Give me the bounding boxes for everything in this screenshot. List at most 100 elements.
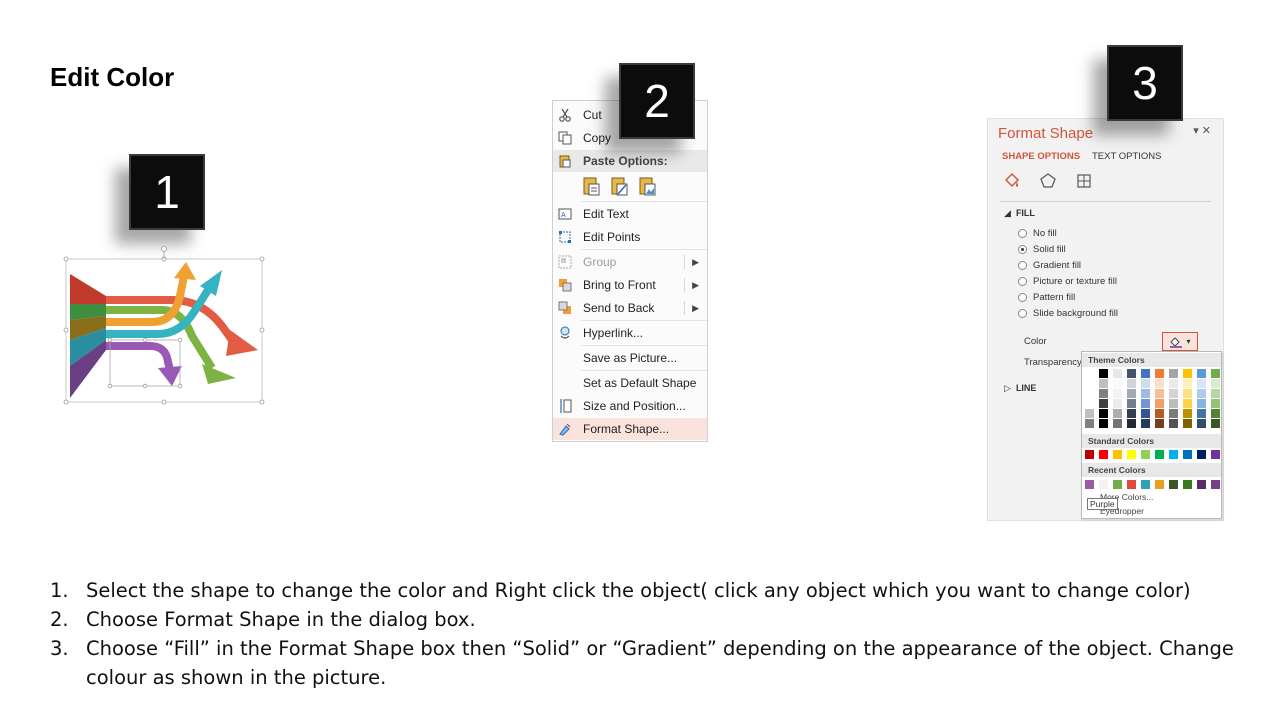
menu-item-group[interactable]: Group ▶ bbox=[553, 251, 707, 273]
standard-color-swatch[interactable] bbox=[1169, 450, 1178, 459]
pane-controls[interactable]: ▾ ✕ bbox=[1193, 124, 1211, 137]
standard-color-swatch[interactable] bbox=[1155, 450, 1164, 459]
fill-section-header[interactable]: ◢ FILL bbox=[1004, 208, 1035, 219]
effects-icon[interactable] bbox=[1038, 171, 1058, 191]
theme-color-swatch[interactable] bbox=[1197, 369, 1206, 378]
menu-item-bring-to-front[interactable]: Bring to Front ▶ bbox=[553, 274, 707, 296]
theme-color-swatch[interactable] bbox=[1099, 419, 1108, 428]
menu-item-save-as-picture[interactable]: Save as Picture... bbox=[553, 347, 707, 369]
theme-color-swatch[interactable] bbox=[1127, 409, 1136, 418]
theme-color-swatch[interactable] bbox=[1197, 419, 1206, 428]
theme-color-swatch[interactable] bbox=[1141, 419, 1150, 428]
theme-color-swatch[interactable] bbox=[1197, 399, 1206, 408]
theme-color-swatch[interactable] bbox=[1099, 409, 1108, 418]
theme-color-swatch[interactable] bbox=[1099, 389, 1108, 398]
theme-color-swatch[interactable] bbox=[1169, 369, 1178, 378]
menu-item-send-to-back[interactable]: Send to Back ▶ bbox=[553, 297, 707, 319]
standard-color-swatch[interactable] bbox=[1197, 450, 1206, 459]
menu-item-size-and-position[interactable]: Size and Position... bbox=[553, 395, 707, 417]
standard-color-swatch[interactable] bbox=[1113, 450, 1122, 459]
standard-color-swatch[interactable] bbox=[1183, 450, 1192, 459]
theme-color-swatch[interactable] bbox=[1113, 409, 1122, 418]
theme-color-swatch[interactable] bbox=[1085, 399, 1094, 408]
theme-color-swatch[interactable] bbox=[1169, 399, 1178, 408]
theme-color-swatch[interactable] bbox=[1085, 369, 1094, 378]
theme-color-swatch[interactable] bbox=[1141, 409, 1150, 418]
standard-color-swatch[interactable] bbox=[1211, 450, 1220, 459]
theme-color-swatch[interactable] bbox=[1211, 389, 1220, 398]
theme-color-swatch[interactable] bbox=[1155, 379, 1164, 388]
theme-color-swatch[interactable] bbox=[1183, 379, 1192, 388]
line-section-header[interactable]: ▷ LINE bbox=[1004, 383, 1036, 394]
menu-item-format-shape[interactable]: Format Shape... bbox=[553, 418, 707, 440]
standard-color-swatch[interactable] bbox=[1085, 450, 1094, 459]
theme-color-swatch[interactable] bbox=[1211, 379, 1220, 388]
theme-color-swatch[interactable] bbox=[1155, 409, 1164, 418]
menu-item-edit-points[interactable]: Edit Points bbox=[553, 226, 707, 248]
theme-color-swatch[interactable] bbox=[1127, 389, 1136, 398]
theme-color-swatch[interactable] bbox=[1141, 379, 1150, 388]
recent-color-swatch[interactable] bbox=[1113, 480, 1122, 489]
theme-color-swatch[interactable] bbox=[1169, 379, 1178, 388]
menu-item-set-default-shape[interactable]: Set as Default Shape bbox=[553, 372, 707, 394]
radio-pattern-fill[interactable]: Pattern fill bbox=[1018, 292, 1075, 303]
radio-picture-fill[interactable]: Picture or texture fill bbox=[1018, 276, 1117, 287]
radio-slide-background-fill[interactable]: Slide background fill bbox=[1018, 308, 1118, 319]
theme-color-swatch[interactable] bbox=[1183, 389, 1192, 398]
standard-color-swatch[interactable] bbox=[1141, 450, 1150, 459]
theme-color-swatch[interactable] bbox=[1211, 409, 1220, 418]
fill-line-icon[interactable] bbox=[1002, 171, 1022, 191]
theme-color-swatch[interactable] bbox=[1169, 389, 1178, 398]
theme-color-swatch[interactable] bbox=[1085, 419, 1094, 428]
theme-color-swatch[interactable] bbox=[1169, 419, 1178, 428]
theme-color-swatch[interactable] bbox=[1113, 419, 1122, 428]
theme-color-swatch[interactable] bbox=[1183, 399, 1192, 408]
theme-color-swatch[interactable] bbox=[1155, 369, 1164, 378]
theme-color-swatch[interactable] bbox=[1141, 389, 1150, 398]
recent-color-swatch[interactable] bbox=[1099, 480, 1108, 489]
theme-color-swatch[interactable] bbox=[1085, 409, 1094, 418]
theme-color-swatch[interactable] bbox=[1211, 369, 1220, 378]
recent-color-swatch[interactable] bbox=[1169, 480, 1178, 489]
standard-color-swatch[interactable] bbox=[1099, 450, 1108, 459]
color-picker-button[interactable]: ▾ bbox=[1162, 332, 1198, 351]
theme-color-swatch[interactable] bbox=[1085, 389, 1094, 398]
menu-item-hyperlink[interactable]: Hyperlink... bbox=[553, 322, 707, 344]
theme-color-swatch[interactable] bbox=[1155, 389, 1164, 398]
radio-no-fill[interactable]: No fill bbox=[1018, 228, 1057, 239]
theme-color-swatch[interactable] bbox=[1127, 379, 1136, 388]
theme-color-swatch[interactable] bbox=[1183, 369, 1192, 378]
theme-color-swatch[interactable] bbox=[1197, 379, 1206, 388]
radio-gradient-fill[interactable]: Gradient fill bbox=[1018, 260, 1081, 271]
theme-color-swatch[interactable] bbox=[1155, 419, 1164, 428]
recent-color-swatch[interactable] bbox=[1211, 480, 1220, 489]
arrow-infographic[interactable] bbox=[62, 246, 268, 408]
theme-color-swatch[interactable] bbox=[1127, 399, 1136, 408]
theme-color-swatch[interactable] bbox=[1127, 419, 1136, 428]
paste-picture-icon[interactable] bbox=[639, 176, 657, 196]
theme-color-swatch[interactable] bbox=[1113, 369, 1122, 378]
recent-color-swatch[interactable] bbox=[1141, 480, 1150, 489]
theme-color-swatch[interactable] bbox=[1211, 399, 1220, 408]
theme-color-swatch[interactable] bbox=[1099, 379, 1108, 388]
theme-color-swatch[interactable] bbox=[1169, 409, 1178, 418]
recent-color-swatch[interactable] bbox=[1197, 480, 1206, 489]
theme-color-swatch[interactable] bbox=[1155, 399, 1164, 408]
theme-color-swatch[interactable] bbox=[1197, 389, 1206, 398]
theme-color-swatch[interactable] bbox=[1183, 409, 1192, 418]
recent-color-swatch[interactable] bbox=[1127, 480, 1136, 489]
paste-keep-formatting-icon[interactable] bbox=[583, 176, 601, 196]
recent-color-swatch[interactable] bbox=[1183, 480, 1192, 489]
paste-use-destination-icon[interactable] bbox=[611, 176, 629, 196]
theme-color-swatch[interactable] bbox=[1197, 409, 1206, 418]
size-properties-icon[interactable] bbox=[1074, 171, 1094, 191]
tab-text-options[interactable]: TEXT OPTIONS bbox=[1092, 151, 1162, 162]
theme-color-swatch[interactable] bbox=[1085, 379, 1094, 388]
theme-color-swatch[interactable] bbox=[1141, 369, 1150, 378]
recent-color-swatch[interactable] bbox=[1085, 480, 1094, 489]
tab-shape-options[interactable]: SHAPE OPTIONS bbox=[1002, 151, 1080, 162]
theme-color-swatch[interactable] bbox=[1099, 399, 1108, 408]
theme-color-swatch[interactable] bbox=[1113, 389, 1122, 398]
theme-color-swatch[interactable] bbox=[1113, 379, 1122, 388]
radio-solid-fill[interactable]: Solid fill bbox=[1018, 244, 1066, 255]
